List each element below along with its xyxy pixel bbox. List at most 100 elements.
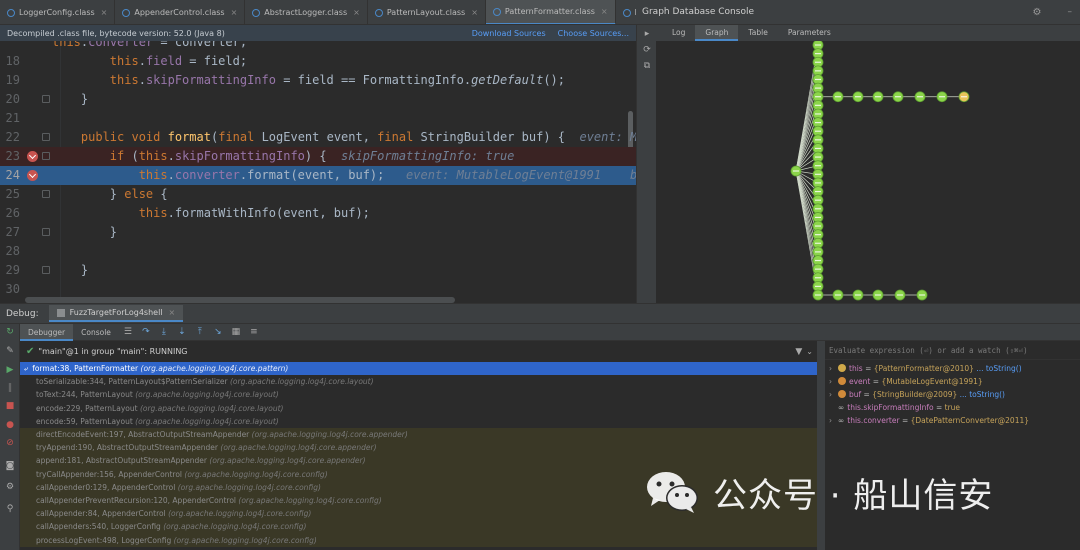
variable-row[interactable]: › event = {MutableLogEvent@1991} [825, 375, 1080, 388]
editor-tab-3[interactable]: PatternLayout.class × [368, 0, 486, 24]
pin-icon[interactable]: ⚲ [5, 504, 15, 514]
code-line[interactable]: 29 } [0, 261, 636, 280]
fold-marker-icon[interactable] [42, 133, 50, 141]
refresh-icon[interactable]: ⟳ [642, 45, 652, 55]
graph-tab-table[interactable]: Table [738, 25, 777, 41]
thread-selector[interactable]: ✔ "main"@1 in group "main": RUNNING ▼ ⌄ [20, 341, 817, 362]
run-to-cursor-icon[interactable]: ↘ [212, 327, 224, 337]
debug-session-tab[interactable]: FuzzTargetForLog4shell × [48, 305, 184, 322]
filter-icon[interactable]: ▼ [795, 347, 802, 357]
gear-icon[interactable]: ⚙ [1033, 7, 1042, 18]
editor-tab-2[interactable]: AbstractLogger.class × [245, 0, 368, 24]
stack-frame[interactable]: tryAppend:190, AbstractOutputStreamAppen… [20, 441, 817, 455]
close-icon[interactable]: × [101, 8, 108, 17]
variable-equals: = [899, 416, 911, 425]
code-line[interactable]: 18 this.field = field; [0, 52, 636, 71]
stack-frame[interactable]: encode:229, PatternLayout (org.apache.lo… [20, 402, 817, 415]
editor-tab-0[interactable]: LoggerConfig.class × [0, 0, 116, 24]
variable-row[interactable]: ∞ this.skipFormattingInfo = true [825, 401, 1080, 414]
code-line[interactable]: 24 this.converter.format(event, buf); ev… [0, 166, 636, 185]
frame-method: tryCallAppender:156, AppenderControl [36, 469, 183, 479]
variable-row[interactable]: › ∞ this.converter = {DatePatternConverter… [825, 414, 1080, 427]
close-icon[interactable]: × [169, 308, 176, 317]
fold-marker-icon[interactable] [42, 266, 50, 274]
mute-breakpoints-icon[interactable]: ⊘ [5, 438, 15, 448]
code-line[interactable]: 25 } else { [0, 185, 636, 204]
editor-tab-4[interactable]: PatternFormatter.class × [485, 0, 616, 24]
graph-node-label [917, 96, 923, 98]
graph-node-label [897, 294, 903, 296]
fold-marker-icon[interactable] [42, 95, 50, 103]
graph-canvas[interactable] [656, 39, 1080, 303]
download-sources-link[interactable]: Download Sources [472, 29, 546, 38]
chevron-down-icon[interactable]: ⌄ [806, 347, 813, 356]
decompiled-notice-text: Decompiled .class file, bytecode version… [7, 28, 225, 38]
tab-console[interactable]: Console [73, 324, 119, 341]
breakpoint-icon[interactable] [27, 151, 38, 162]
code-line[interactable]: this.converter = converter; [0, 41, 636, 52]
code-line[interactable]: 28 [0, 242, 636, 261]
stack-frame[interactable]: encode:59, PatternLayout (org.apache.log… [20, 415, 817, 428]
expand-icon[interactable]: › [829, 362, 838, 375]
fold-marker-icon[interactable] [42, 228, 50, 236]
expand-icon[interactable]: › [829, 375, 838, 388]
force-step-into-icon[interactable]: ⇣ [176, 327, 188, 337]
wrench-icon[interactable]: ✎ [5, 346, 15, 356]
tab-debugger[interactable]: Debugger [20, 323, 74, 341]
expand-icon[interactable]: › [829, 414, 838, 427]
stop-icon[interactable]: ■ [5, 401, 15, 411]
play-icon[interactable]: ▸ [642, 29, 652, 39]
choose-sources-link[interactable]: Choose Sources... [558, 29, 629, 38]
step-out-icon[interactable]: ⤒ [194, 327, 206, 337]
copy-icon[interactable]: ⧉ [642, 61, 652, 71]
expand-icon[interactable]: › [829, 388, 838, 401]
evaluate-expression-input[interactable]: Evaluate expression (⏎) or add a watch (… [825, 341, 1080, 360]
close-icon[interactable]: × [601, 7, 608, 16]
graph-tab-graph[interactable]: Graph [695, 25, 739, 41]
close-icon[interactable]: × [471, 8, 478, 17]
graph-node-label [895, 96, 901, 98]
code-line[interactable]: 22 public void format(final LogEvent eve… [0, 128, 636, 147]
code-line[interactable]: 27 } [0, 223, 636, 242]
stack-frame[interactable]: directEncodeEvent:197, AbstractOutputStr… [20, 428, 817, 442]
stack-frame[interactable]: ⤶ format:38, PatternFormatter (org.apache… [20, 362, 817, 376]
code-line[interactable]: 21 [0, 109, 636, 128]
code-line[interactable]: 30 [0, 280, 636, 299]
to-string-link[interactable]: ... toString() [960, 390, 1005, 399]
evaluate-icon[interactable]: ▦ [230, 327, 242, 337]
code-line[interactable]: 20 } [0, 90, 636, 109]
pause-icon[interactable]: ‖ [5, 383, 15, 393]
to-string-link[interactable]: ... toString() [976, 364, 1021, 373]
editor-tab-5[interactable]: bytecodeI× [616, 0, 636, 24]
code-line[interactable]: 19 this.skipFormattingInfo = field == Fo… [0, 71, 636, 90]
step-into-icon[interactable]: ⤓ [158, 327, 170, 337]
minimize-icon[interactable]: – [1068, 7, 1073, 17]
code-line[interactable]: 26 this.formatWithInfo(event, buf); [0, 204, 636, 223]
fold-marker-icon[interactable] [42, 190, 50, 198]
stack-frame[interactable]: toSerializable:344, PatternLayout$Patter… [20, 375, 817, 388]
breakpoint-icon[interactable] [27, 170, 38, 181]
graph-tab-parameters[interactable]: Parameters [778, 25, 841, 41]
stack-frame[interactable]: callAppenders:540, LoggerConfig (org.apa… [20, 520, 817, 534]
close-icon[interactable]: × [231, 8, 238, 17]
fold-marker-icon[interactable] [42, 152, 50, 160]
camera-icon[interactable]: ◙ [5, 461, 15, 471]
line-number: 19 [5, 73, 20, 87]
editor-tab-1[interactable]: AppenderControl.class × [115, 0, 246, 24]
stack-frame[interactable]: toText:244, PatternLayout (org.apache.lo… [20, 388, 817, 401]
menu-icon[interactable]: ☰ [122, 327, 134, 337]
stack-frame[interactable]: processLogEvent:498, LoggerConfig (org.a… [20, 533, 817, 547]
step-over-icon[interactable]: ↷ [140, 327, 152, 337]
code-editor[interactable]: this.converter = converter; 18 this.field… [0, 41, 636, 303]
variable-row[interactable]: › buf = {StringBuilder@2009} ... toString… [825, 388, 1080, 401]
line-number: 30 [5, 282, 20, 296]
settings-icon[interactable]: ⚙ [5, 482, 15, 492]
trace-icon[interactable]: ≡ [248, 327, 260, 337]
variable-row[interactable]: › this = {PatternFormatter@2010} ... toSt… [825, 362, 1080, 375]
graph-tab-log[interactable]: Log [662, 25, 695, 41]
close-icon[interactable]: × [353, 8, 360, 17]
rerun-icon[interactable]: ↻ [5, 327, 15, 337]
code-line[interactable]: 23 if (this.skipFormattingInfo) { skipFo… [0, 147, 636, 166]
view-breakpoints-icon[interactable]: ● [5, 420, 15, 430]
resume-icon[interactable]: ▶ [5, 365, 15, 375]
